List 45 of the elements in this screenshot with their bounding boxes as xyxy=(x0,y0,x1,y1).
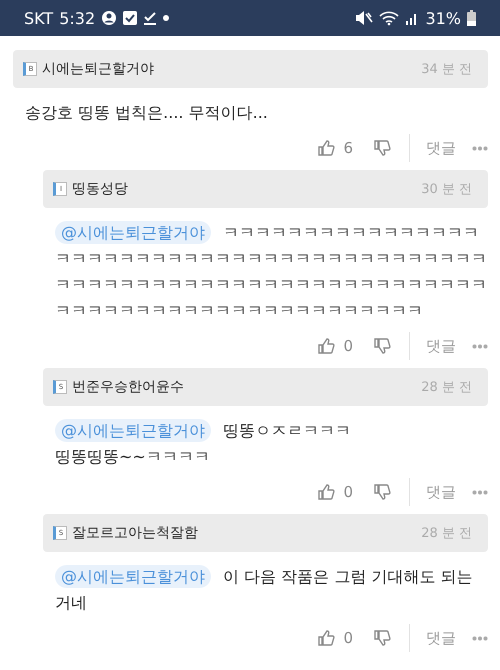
reply-button[interactable]: 댓글 xyxy=(426,138,456,158)
more-icon[interactable] xyxy=(472,490,488,494)
reply-button[interactable]: 댓글 xyxy=(426,336,456,356)
battery-percent: 31% xyxy=(425,8,461,28)
thumbs-down-icon[interactable] xyxy=(373,629,391,647)
thumbs-down-icon[interactable] xyxy=(373,139,391,157)
reply-button[interactable]: 댓글 xyxy=(426,482,456,502)
checkbox-icon xyxy=(123,11,138,25)
comment-time: 34 분 전 xyxy=(421,61,472,78)
person-icon xyxy=(101,10,118,26)
mention-link[interactable]: @시에는퇴근할거야 xyxy=(55,221,211,244)
like-count: 6 xyxy=(343,139,353,157)
comment-time: 30 분 전 xyxy=(421,181,472,198)
like-count: 0 xyxy=(343,629,353,647)
comment-text: @시에는퇴근할거야 이 다음 작품은 그럼 기대해도 되는거네 xyxy=(54,564,474,614)
comment-text: @시에는퇴근할거야 ㅋㅋㅋㅋㅋㅋㅋㅋㅋㅋㅋㅋㅋㅋㅋㅋㅋㅋㅋㅋㅋㅋㅋㅋㅋㅋㅋㅋㅋㅋㅋㅋㅋㅋㅋㅋㅋㅋㅋㅋㅋㅋㅋㅋㅋㅋㅋㅋㅋㅋㅋㅋㅋㅋㅋㅋㅋㅋㅋㅋㅋㅋㅋㅋㅋㅋㅋㅋㅋㅋㅋㅋㅋㅋㅋㅋㅋㅋㅋㅋㅋㅋㅋㅋㅋㅋㅋㅋㅋㅋㅋㅋㅋ xyxy=(54,220,488,322)
thumbs-down-icon[interactable] xyxy=(373,483,391,501)
clock-time: 5:32 xyxy=(59,8,96,28)
comment-author[interactable]: 띵동성당 xyxy=(72,180,128,198)
dot-icon xyxy=(163,15,170,21)
like-count: 0 xyxy=(343,483,353,501)
comment-author[interactable]: 번준우승한어윤수 xyxy=(72,378,184,396)
thumbs-up-icon[interactable] xyxy=(317,139,336,157)
wifi-icon xyxy=(379,10,400,26)
carrier-label: SKT xyxy=(24,8,54,28)
more-icon[interactable] xyxy=(472,344,488,348)
comment-author[interactable]: 시에는퇴근할거야 xyxy=(42,60,154,78)
comment-time: 28 분 전 xyxy=(421,525,472,542)
mute-icon xyxy=(355,10,374,26)
comment-time: 28 분 전 xyxy=(421,379,472,396)
download-done-icon xyxy=(143,11,158,25)
mention-link[interactable]: @시에는퇴근할거야 xyxy=(55,419,211,442)
more-icon[interactable] xyxy=(472,636,488,640)
thumbs-down-icon[interactable] xyxy=(373,337,391,355)
thumbs-up-icon[interactable] xyxy=(317,337,336,355)
comment-text: 송강호 띵똥 법칙은.... 무적이다... xyxy=(24,102,269,124)
reply-button[interactable]: 댓글 xyxy=(426,628,456,648)
thumbs-up-icon[interactable] xyxy=(317,483,336,501)
comment-text: @시에는퇴근할거야 띵똥ㅇㅈㄹㅋㅋㅋ 띵똥띵똥~~ㅋㅋㅋㅋ xyxy=(54,418,352,468)
thumbs-up-icon[interactable] xyxy=(317,629,336,647)
more-icon[interactable] xyxy=(472,146,488,150)
like-count: 0 xyxy=(343,337,353,355)
mention-link[interactable]: @시에는퇴근할거야 xyxy=(55,565,211,588)
comment-author[interactable]: 잘모르고아는척잘함 xyxy=(72,524,198,542)
battery-icon xyxy=(467,10,476,26)
